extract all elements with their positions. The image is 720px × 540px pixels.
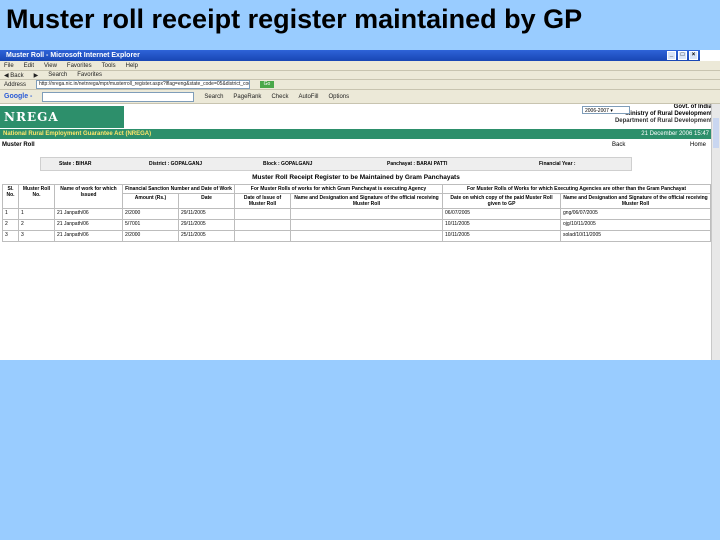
state-label: State : BIHAR xyxy=(59,161,92,167)
google-search-button[interactable]: Search xyxy=(204,94,223,100)
favorites-button[interactable]: Favorites xyxy=(77,72,102,78)
col-issue-date: Date of Issue of Muster Roll xyxy=(234,193,291,209)
menu-edit[interactable]: Edit xyxy=(24,63,34,69)
window-controls: _ □ × xyxy=(667,51,698,60)
google-pagerank[interactable]: PageRank xyxy=(233,94,261,100)
table-row: 1 1 21 Janpath/06 2/2000 29/11/2005 06/0… xyxy=(2,208,712,220)
google-toolbar: Google - Search PageRank Check AutoFill … xyxy=(0,90,720,104)
muster-roll-table: Sl. No. Muster Roll No. Name of work for… xyxy=(2,184,712,242)
vertical-scrollbar[interactable] xyxy=(711,104,720,360)
nav-row: Muster Roll Back Home xyxy=(0,140,712,150)
col-financial-sanction: Financial Sanction Number and Date of Wo… xyxy=(122,184,235,194)
act-date: 21 December 2006 15:47 xyxy=(641,131,709,137)
menu-favorites[interactable]: Favorites xyxy=(67,63,92,69)
table-row: 3 3 21 Janpath/06 2/2000 25/11/2005 10/1… xyxy=(2,230,712,242)
google-logo: Google - xyxy=(4,93,33,100)
chevron-down-icon: ▾ xyxy=(610,108,613,114)
browser-screenshot: Muster Roll - Microsoft Internet Explore… xyxy=(0,50,720,360)
act-strip: National Rural Employment Guarantee Act … xyxy=(0,129,712,139)
scrollbar-thumb[interactable] xyxy=(713,118,719,148)
col-mr-no: Muster Roll No. xyxy=(18,184,55,209)
forward-arrow-icon[interactable]: ▶ xyxy=(34,72,39,79)
search-button[interactable]: Search xyxy=(48,72,67,78)
maximize-icon[interactable]: □ xyxy=(678,51,687,60)
col-copy-date: Date on which copy of the paid Muster Ro… xyxy=(442,193,562,209)
back-link[interactable]: Back xyxy=(612,140,625,150)
financial-year-select[interactable]: 2006-2007 ▾ xyxy=(582,106,630,114)
google-autofill[interactable]: AutoFill xyxy=(298,94,318,100)
breadcrumb: Muster Roll xyxy=(2,142,35,148)
table-row: 2 2 21 Janpath/06 5/7001 29/11/2005 10/1… xyxy=(2,219,712,231)
col-other-official: Name and Designation and Signature of th… xyxy=(560,193,712,209)
button-bar: ◀ Back ▶ Search Favorites xyxy=(0,71,720,80)
go-button[interactable]: Go xyxy=(260,81,274,88)
menu-help[interactable]: Help xyxy=(126,63,138,69)
window-title: Muster Roll - Microsoft Internet Explore… xyxy=(6,52,140,59)
col-gp-official: Name and Designation and Signature of th… xyxy=(289,193,444,209)
block-label: Block : GOPALGANJ xyxy=(263,161,313,167)
back-button[interactable]: ◀ Back xyxy=(4,72,24,79)
address-label: Address xyxy=(4,81,27,88)
address-bar: Address http://nrega.nic.in/netnrega/mpr… xyxy=(0,80,720,90)
minimize-icon[interactable]: _ xyxy=(667,51,676,60)
col-date: Date xyxy=(178,193,235,209)
col-amount: Amount (Rs.) xyxy=(122,193,179,209)
col-work-name: Name of work for which Issued xyxy=(54,184,123,209)
google-options[interactable]: Options xyxy=(328,94,349,100)
filter-row: State : BIHAR District : GOPALGANJ Block… xyxy=(40,157,632,171)
nrega-logo: NREGA xyxy=(0,106,124,128)
district-label: District : GOPALGANJ xyxy=(149,161,202,167)
slide-title: Muster roll receipt register maintained … xyxy=(6,4,583,34)
close-icon[interactable]: × xyxy=(689,51,698,60)
google-check[interactable]: Check xyxy=(271,94,288,100)
address-input[interactable]: http://nrega.nic.in/netnrega/mpr/musterr… xyxy=(36,80,250,89)
window-titlebar: Muster Roll - Microsoft Internet Explore… xyxy=(0,50,700,61)
page-content: NREGA Govt. of India Ministry of Rural D… xyxy=(0,104,712,360)
google-search-input[interactable] xyxy=(42,91,195,102)
col-gp-group: For Muster Rolls of works for which Gram… xyxy=(233,184,444,194)
fy-label: Financial Year : xyxy=(539,161,576,167)
report-title: Muster Roll Receipt Register to be Maint… xyxy=(252,174,460,181)
act-name: National Rural Employment Guarantee Act … xyxy=(3,131,152,137)
col-other-group: For Muster Rolls of Works for which Exec… xyxy=(442,184,712,194)
col-sl-no: Sl. No. xyxy=(2,184,19,209)
menu-view[interactable]: View xyxy=(44,63,57,69)
home-link[interactable]: Home xyxy=(690,140,706,150)
menu-file[interactable]: File xyxy=(4,63,14,69)
menu-tools[interactable]: Tools xyxy=(102,63,116,69)
menu-bar: File Edit View Favorites Tools Help xyxy=(0,61,720,71)
panchayat-label: Panchayat : BARAI PATTI xyxy=(387,161,448,167)
